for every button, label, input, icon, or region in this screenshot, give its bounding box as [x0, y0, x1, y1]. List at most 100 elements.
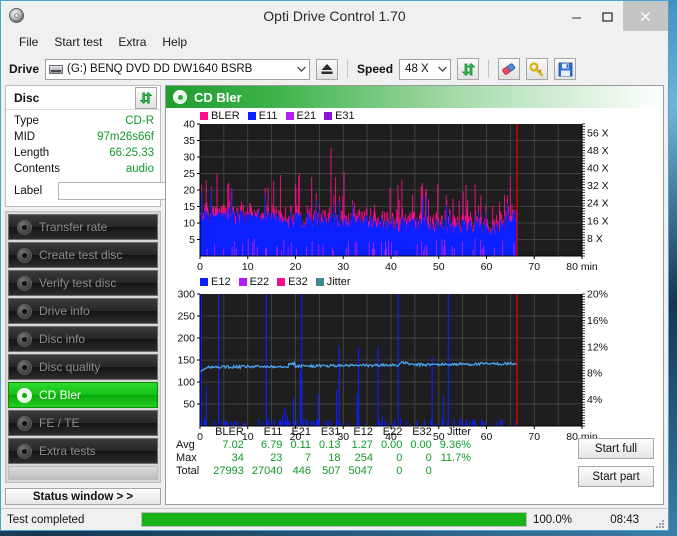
drive-label: Drive	[9, 62, 40, 76]
y2-tick-label: 32 X	[587, 180, 609, 192]
bler-chart: 5 10 15 20 25 30 35 40 0 10 20 30 40 50 60 70 80 min 8 X 1…	[183, 119, 608, 274]
close-button[interactable]	[623, 1, 668, 31]
stats-row-label: Total	[176, 465, 200, 477]
test-button-create-test-disc[interactable]: Create test disc	[8, 242, 158, 268]
disc-label-row: Label	[14, 180, 262, 202]
stats-cell: 0	[425, 465, 432, 477]
stats-column-header: E32	[412, 426, 432, 438]
disc-row-type: Type CD-R	[14, 113, 154, 129]
y-tick-label: 200	[177, 333, 195, 345]
stats-column-header: E22	[382, 426, 403, 438]
save-button[interactable]	[554, 58, 577, 80]
test-button-label: Verify test disc	[39, 276, 117, 290]
stats-column-header: BLER	[215, 426, 244, 438]
test-button-cd-bler[interactable]: CD Bler	[8, 382, 158, 408]
progress-bar-fill	[142, 513, 526, 526]
chart-panel: CD Bler BLER E11 E21 E31 E12 E22 E32 Jit…	[165, 85, 664, 505]
disc-row-mid: MID 97m26s66f	[14, 129, 154, 145]
test-button-extra-tests[interactable]: Extra tests	[8, 438, 158, 464]
stats-cell: 0	[425, 452, 432, 464]
test-button-disc-info[interactable]: Disc info	[8, 326, 158, 352]
app-disc-icon	[8, 7, 26, 25]
y2-tick-label: 20%	[587, 289, 608, 301]
drive-select[interactable]: (G:) BENQ DVD DD DW1640 BSRB	[45, 58, 311, 80]
stats-cell: 0.00	[380, 439, 403, 451]
statistics-table: BLER E11 E21 E31 E12 E22 E32 Jitter Avg 7.02 6.79 0…	[172, 426, 475, 478]
legend-entry-e21: E21	[285, 110, 316, 122]
y-tick-label: 150	[177, 355, 195, 367]
speed-select[interactable]: 48 X	[399, 58, 452, 80]
legend-label: E11	[258, 110, 278, 122]
speed-label: Speed	[357, 62, 394, 76]
chart-panel-header: CD Bler	[166, 86, 663, 108]
disc-row-key: Type	[14, 115, 39, 127]
disc-test-icon	[17, 331, 32, 347]
tools-button[interactable]	[526, 58, 549, 80]
disc-row-value: CD-R	[125, 115, 154, 127]
x-tick-label: 70	[528, 431, 540, 443]
menu-help[interactable]: Help	[154, 33, 195, 51]
stats-column-header: Jitter	[447, 426, 471, 438]
cd-bler-icon	[173, 90, 187, 104]
window-controls	[561, 1, 668, 31]
disc-row-length: Length 66:25.33	[14, 145, 154, 161]
legend-entry-e11: E11	[247, 110, 278, 122]
x-tick-label: 0	[197, 261, 203, 273]
stats-cell: 11.7%	[440, 452, 471, 464]
stats-cell: 27040	[251, 465, 283, 477]
main-content: Disc Type CD-R MID 97m26s66f Length 66:2…	[1, 85, 668, 505]
stats-cell: 7	[304, 452, 312, 464]
e12-jitter-chart: 501001502002503000 10 20 30 40 50 60 70 80 min4%…	[177, 289, 608, 444]
disc-row-key: Length	[14, 147, 50, 159]
test-list-spacer	[8, 466, 158, 480]
app-window: Opti Drive Control 1.70 File Start test …	[0, 0, 669, 531]
y-tick-label: 30	[183, 152, 195, 164]
disc-test-icon	[17, 303, 32, 319]
test-button-verify-test-disc[interactable]: Verify test disc	[8, 270, 158, 296]
start-full-button[interactable]: Start full	[578, 438, 654, 459]
maximize-button[interactable]	[592, 1, 623, 31]
test-button-disc-quality[interactable]: Disc quality	[8, 354, 158, 380]
disc-test-icon	[17, 387, 32, 403]
test-button-label: FE / TE	[39, 416, 80, 430]
stats-cell: 27993	[213, 465, 244, 477]
sidebar: Disc Type CD-R MID 97m26s66f Length 66:2…	[5, 85, 262, 505]
stats-cell: 18	[328, 452, 341, 464]
test-button-label: Disc info	[39, 332, 86, 346]
test-button-label: Create test disc	[39, 248, 123, 262]
disc-panel-title: Disc	[14, 90, 40, 105]
stats-cell: 0.13	[319, 439, 341, 451]
menu-file[interactable]: File	[11, 33, 46, 51]
disc-refresh-button[interactable]	[135, 86, 157, 109]
test-button-label: CD Bler	[39, 388, 82, 402]
stats-column-header: E21	[291, 426, 312, 438]
stats-column-header: E12	[353, 426, 373, 438]
test-button-label: Drive info	[39, 304, 90, 318]
stats-cell: 6.79	[261, 439, 283, 451]
test-button-transfer-rate[interactable]: Transfer rate	[8, 214, 158, 240]
x-tick-label: 70	[528, 261, 540, 273]
status-window-button[interactable]: Status window > >	[5, 488, 161, 505]
legend-bler-chart: BLER E11 E21 E31	[200, 110, 359, 122]
refresh-button[interactable]	[457, 58, 480, 80]
minimize-button[interactable]	[561, 1, 592, 31]
y2-tick-label: 4%	[587, 394, 602, 406]
y-tick-label: 250	[177, 311, 195, 323]
toolbar: Drive (G:) BENQ DVD DD DW1640 BSRB Speed…	[1, 53, 668, 85]
resize-grip-icon[interactable]	[651, 513, 665, 528]
stats-cell: 507	[322, 465, 341, 477]
legend-entry-bler: BLER	[200, 110, 240, 122]
menu-start-test[interactable]: Start test	[46, 33, 110, 51]
test-button-drive-info[interactable]: Drive info	[8, 298, 158, 324]
y2-tick-label: 24 X	[587, 198, 609, 210]
y-tick-label: 5	[189, 234, 195, 246]
x-tick-label: 60	[481, 431, 493, 443]
start-part-button[interactable]: Start part	[578, 466, 654, 487]
menu-extra[interactable]: Extra	[110, 33, 154, 51]
status-text: Test completed	[7, 513, 85, 526]
test-button-fe-te[interactable]: FE / TE	[8, 410, 158, 436]
stats-cell: 5047	[348, 465, 373, 477]
y-tick-label: 40	[183, 119, 195, 131]
eraser-button[interactable]	[498, 58, 521, 80]
eject-button[interactable]	[316, 58, 339, 80]
